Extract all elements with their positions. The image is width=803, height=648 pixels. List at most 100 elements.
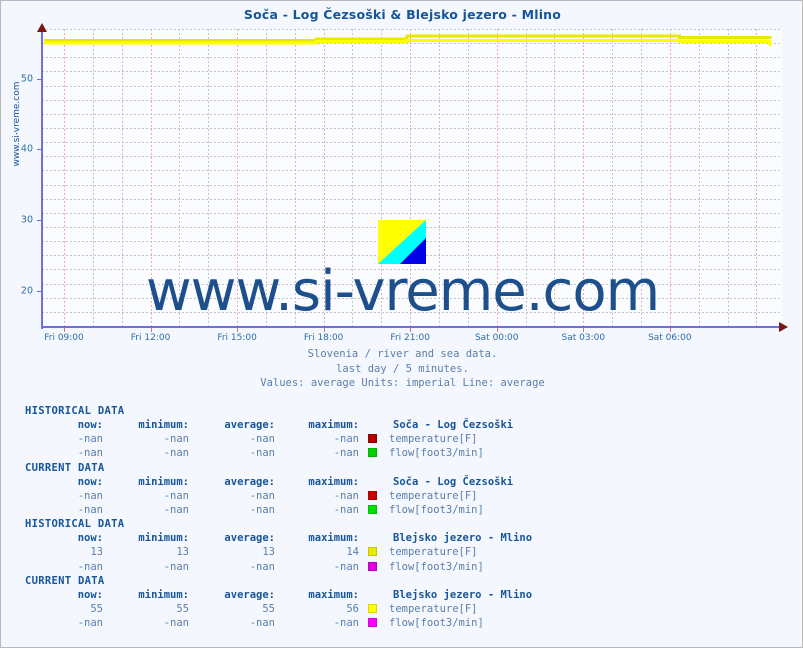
column-header: maximum: [308,419,359,431]
column-header: maximum: [308,588,359,601]
column-header: average: [224,588,275,601]
table-cell-value: -nan [333,433,359,446]
x-axis-tick-mark [150,328,152,332]
x-axis-tick-label: Fri 15:00 [217,333,257,343]
legend-swatch-cell [359,432,385,446]
column-header: maximum: [308,532,359,545]
column-header: now: [77,419,103,431]
data-block-title: HISTORICAL DATA [25,405,125,417]
column-header: average: [224,475,275,488]
x-axis-tick-label: Sat 03:00 [561,333,606,343]
si-vreme-logo [378,220,426,264]
column-header: now: [77,588,103,601]
y-axis-tick-mark [37,219,41,221]
x-axis-tick-label: Fri 09:00 [44,333,84,343]
caption-line-3: Values: average Units: imperial Line: av… [260,377,545,389]
table-cell-value: -nan [163,489,189,502]
column-header: minimum: [138,419,189,431]
column-header: average: [224,532,275,545]
table-cell-value: -nan [163,617,189,630]
table-cell-value: -nan [163,560,189,573]
table-cell-value: -nan [77,447,103,460]
table-row: -nan -nan -nan -nan flow[foot3/min] [25,616,693,630]
y-axis-tick-label: 20 [20,285,33,297]
table-cell-value: -nan [333,560,359,573]
legend-color-swatch [367,604,377,614]
y-axis-tick-label: 40 [20,143,33,155]
table-cell-value: -nan [77,433,103,446]
legend-swatch-cell [359,560,385,574]
table-cell-value: -nan [333,504,359,517]
table-cell-value: 56 [346,603,359,616]
station-name: Blejsko jezero - Mlino [393,588,533,601]
data-block: CURRENT DATA now: minimum: average: maximum:… [25,461,785,518]
table-cell-value: -nan [163,447,189,460]
table-cell-value: -nan [333,447,359,460]
chart-caption: Slovenia / river and sea data. last day … [1,347,803,391]
series-label: flow[foot3/min] [389,447,484,460]
x-axis-tick-label: Fri 21:00 [390,333,430,343]
x-axis-tick-label: Sat 00:00 [474,333,519,343]
legend-color-swatch [367,505,377,515]
column-header: maximum: [308,475,359,488]
table-cell-value: -nan [249,433,275,446]
series-label: temperature[F] [389,546,478,559]
legend-color-swatch [367,561,377,571]
table-cell-value: 55 [90,603,103,616]
table-cell-value: -nan [163,433,189,446]
x-axis-tick-mark [410,328,412,332]
x-axis-tick-mark [496,328,498,332]
legend-color-swatch [367,448,377,458]
x-axis-tick-label: Fri 18:00 [303,333,344,343]
column-header: minimum: [138,588,189,601]
table-cell-value: -nan [249,504,275,517]
table-cell-value: 55 [176,603,189,616]
data-block: HISTORICAL DATA now: minimum: average: maxim… [25,404,785,461]
series-label: temperature[F] [389,433,478,446]
table-cell-value: -nan [77,560,103,573]
legend-swatch-cell [359,503,385,517]
page-title: Soča - Log Čezsoški & Blejsko jezero - M… [243,7,562,22]
data-block-title: CURRENT DATA [25,461,105,474]
x-axis-tick-label: Fri 12:00 [130,333,171,343]
table-row: 55 55 55 56 temperature[F] [25,602,693,616]
table-row: -nan -nan -nan -nan temperature[F] [25,489,693,503]
table-header-row: now: minimum: average: maximum: Soča - Log Č… [25,475,693,489]
table-cell-value: -nan [249,447,275,460]
data-block-title: CURRENT DATA [25,574,105,587]
table-cell-value: -nan [77,617,103,630]
caption-line-1: Slovenia / river and sea data. [307,348,498,360]
legend-swatch-cell [359,545,385,559]
table-cell-value: -nan [77,489,103,502]
data-table: now: minimum: average: maximum: Soča - Log Č… [25,418,693,461]
series-label: flow[foot3/min] [389,504,484,517]
y-axis-tick-mark [37,149,41,151]
chart-plot-area [42,29,782,327]
table-row: 13 13 13 14 temperature[F] [25,545,693,559]
station-name: Blejsko jezero - Mlino [393,532,533,545]
table-row: -nan -nan -nan -nan flow[foot3/min] [25,560,693,574]
header-swatch-spacer [359,475,385,489]
x-axis-tick-mark [323,328,325,332]
data-tables: HISTORICAL DATA now: minimum: average: maxim… [25,404,785,630]
data-table: now: minimum: average: maximum: Blejsko jeze… [25,531,693,574]
table-cell-value: 55 [262,603,275,616]
data-table: now: minimum: average: maximum: Blejsko jeze… [25,588,693,631]
table-header-row: now: minimum: average: maximum: Blejsko jeze… [25,531,693,545]
y-axis [41,27,43,329]
legend-color-swatch [367,618,377,628]
x-axis-tick-label: Sat 06:00 [648,333,692,343]
legend-color-swatch [367,547,377,557]
table-cell-value: 13 [262,546,275,559]
table-cell-value: 14 [346,546,359,559]
table-cell-value: -nan [249,489,275,502]
table-cell-value: -nan [249,617,275,630]
series-label: flow[foot3/min] [389,617,484,630]
legend-swatch-cell [359,446,385,460]
station-name: Soča - Log Čezsoški [393,419,514,431]
x-axis-tick-mark [669,328,671,332]
y-axis-tick-label: 30 [20,214,33,226]
table-row: -nan -nan -nan -nan flow[foot3/min] [25,446,693,460]
table-cell-value: -nan [163,504,189,517]
table-header-row: now: minimum: average: maximum: Soča - Log Č… [25,418,693,432]
